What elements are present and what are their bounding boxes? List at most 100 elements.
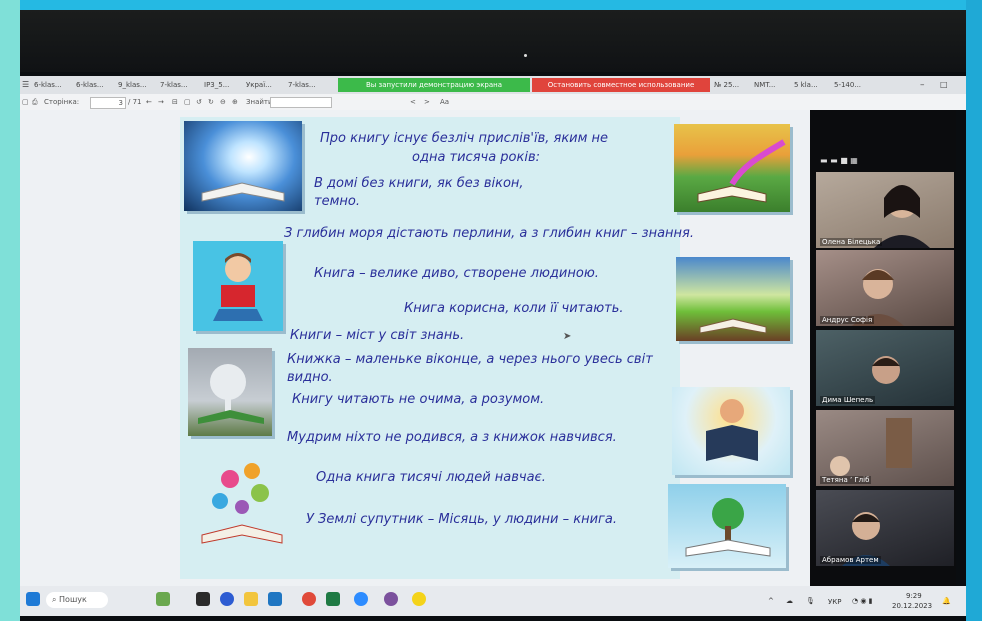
rainbow-book-image <box>674 124 790 212</box>
browser-tab[interactable]: Украї... <box>246 79 272 91</box>
participant-name: Олена Білецька <box>820 238 883 246</box>
monitor-bezel <box>20 10 966 72</box>
sunrise-book-image <box>676 257 790 341</box>
chat-icon[interactable] <box>220 592 234 606</box>
print-icon[interactable]: ⎙ <box>32 97 38 107</box>
minimize-icon[interactable]: – <box>920 79 925 91</box>
notification-bell-icon[interactable]: 🔔 <box>942 597 951 605</box>
slide-line: одна тисяча років: <box>412 150 541 165</box>
mail-icon[interactable] <box>268 592 282 606</box>
wifi-volume-battery-icon[interactable]: ◔ ◉ ▮ <box>852 597 873 605</box>
slide-line: Книги – міст у світ знань. <box>290 328 465 343</box>
file-explorer-icon[interactable] <box>244 592 258 606</box>
viber-icon[interactable] <box>384 592 398 606</box>
notes-app-icon[interactable] <box>412 592 426 606</box>
slide-line: В домі без книги, як без вікон, <box>314 176 524 191</box>
browser-tab[interactable]: 5 kla... <box>794 79 818 91</box>
sidebar-toggle-icon[interactable]: ▢ <box>22 97 29 107</box>
search-icon: ⌕ <box>52 595 57 604</box>
slide-line: Книга – велике диво, створене людиною. <box>314 266 599 281</box>
participant-video <box>874 185 930 248</box>
slide-line: Книжка – маленьке віконце, а через нього… <box>287 352 653 367</box>
open-book-icon <box>697 139 786 203</box>
browser-tab[interactable]: 7-klas... <box>160 79 188 91</box>
menu-icon[interactable]: ☰ <box>22 79 29 91</box>
pdf-toolbar: ▢ ⎙ Сторінка: 3 / 71 ← → ⊟ ▢ ↺ ↻ ⊖ ⊕ Зна… <box>20 94 966 110</box>
stop-sharing-button[interactable]: Остановить совместное использование <box>532 78 710 92</box>
fit-page-icon[interactable]: ⊟ <box>172 97 178 107</box>
glowing-book-image <box>184 121 302 211</box>
gallery-view-controls: ▬ ▬ ■ ▦ <box>820 156 948 170</box>
participant-video <box>852 269 904 326</box>
browser-tab[interactable]: IP3_5... <box>204 79 229 91</box>
photo-frame-right <box>966 0 982 621</box>
book-on-table-icon <box>699 318 767 334</box>
reader-mode-icon[interactable]: Аа <box>440 97 449 107</box>
language-indicator[interactable]: УКР <box>828 598 841 606</box>
book-icon <box>201 182 285 202</box>
participant-tile[interactable]: Олена Білецька <box>816 172 954 248</box>
clock-date[interactable]: 20.12.2023 <box>892 602 932 610</box>
page-total: / 71 <box>128 98 142 106</box>
nav-back-button[interactable]: < <box>410 97 416 107</box>
participant-tile[interactable]: Тетяна ’ Гліб <box>816 410 954 486</box>
rotate-right-icon[interactable]: ↻ <box>208 97 214 107</box>
tree-open-book-icon <box>685 498 771 557</box>
excel-icon[interactable] <box>326 592 340 606</box>
network-icon[interactable]: ☁ <box>786 597 793 605</box>
colorful-book-image <box>190 449 294 554</box>
tree-icon <box>198 364 264 424</box>
zoom-out-icon[interactable]: ⊖ <box>220 97 226 107</box>
browser-tab[interactable]: 6-klas... <box>34 79 62 91</box>
webcam-dot <box>524 54 527 57</box>
tray-chevron-icon[interactable]: ^ <box>768 597 774 605</box>
maximize-icon[interactable]: □ <box>940 79 948 91</box>
tree-open-book-image <box>668 484 786 568</box>
slide-line: Книга корисна, коли її читають. <box>404 301 624 316</box>
zoom-app-icon[interactable] <box>354 592 368 606</box>
taskbar-search[interactable]: ⌕ Пошук <box>46 592 108 608</box>
rotate-left-icon[interactable]: ↺ <box>196 97 202 107</box>
layout-icon[interactable]: ▬ ▬ ■ ▦ <box>820 156 858 165</box>
prev-page-icon[interactable]: ← <box>146 97 152 107</box>
participant-tile[interactable]: Дима Шепель <box>816 330 954 406</box>
chrome-icon[interactable] <box>302 592 316 606</box>
browser-tab[interactable]: 9_klas... <box>118 79 147 91</box>
reading-boy-icon <box>213 253 263 321</box>
page-number-input[interactable]: 3 <box>90 97 126 109</box>
participant-tile[interactable]: Абрамов Артем <box>816 490 954 566</box>
slide-line: Одна книга тисячі людей навчає. <box>316 470 546 485</box>
screen-share-banner: Вы запустили демонстрацию экрана <box>338 78 530 92</box>
microphone-icon[interactable]: 🎙 <box>806 597 815 605</box>
slide-line: видно. <box>287 370 333 385</box>
clock-time[interactable]: 9:29 <box>906 592 922 600</box>
browser-tab[interactable]: 6-klas... <box>76 79 104 91</box>
participant-video <box>872 356 900 384</box>
participant-name: Дима Шепель <box>820 396 876 404</box>
browser-tab[interactable]: 7-klas... <box>288 79 316 91</box>
browser-tab[interactable]: № 25... <box>714 79 739 91</box>
photo-frame-left <box>0 0 20 621</box>
splash-book-icon <box>201 463 283 544</box>
slide-line: Про книгу існує безліч прислів'їв, яким … <box>320 131 609 146</box>
find-input[interactable] <box>270 97 332 108</box>
nav-forward-button[interactable]: > <box>424 97 430 107</box>
participant-name: Андрус Софія <box>820 316 875 324</box>
windows-start-icon[interactable] <box>26 592 40 606</box>
participant-video <box>830 418 912 476</box>
open-book-child-icon <box>706 399 758 461</box>
slide-line: З глибин моря дістають перлини, а з глиб… <box>284 226 694 241</box>
slide-line: Книгу читають не очима, а розумом. <box>292 392 545 407</box>
participant-tile[interactable]: Андрус Софія <box>816 250 954 326</box>
browser-tab[interactable]: NMT... <box>754 79 775 91</box>
widgets-icon[interactable] <box>156 592 170 606</box>
page-view-icon[interactable]: ▢ <box>184 97 191 107</box>
task-view-icon[interactable] <box>196 592 210 606</box>
mouse-cursor-icon: ➤ <box>563 331 572 342</box>
next-page-icon[interactable]: → <box>158 97 164 107</box>
zoom-in-icon[interactable]: ⊕ <box>232 97 238 107</box>
boy-reading-image <box>193 241 283 331</box>
page-label: Сторінка: <box>44 98 80 106</box>
slide-line: Мудрим ніхто не родився, а з книжок навч… <box>287 430 617 445</box>
browser-tab[interactable]: 5-140... <box>834 79 861 91</box>
